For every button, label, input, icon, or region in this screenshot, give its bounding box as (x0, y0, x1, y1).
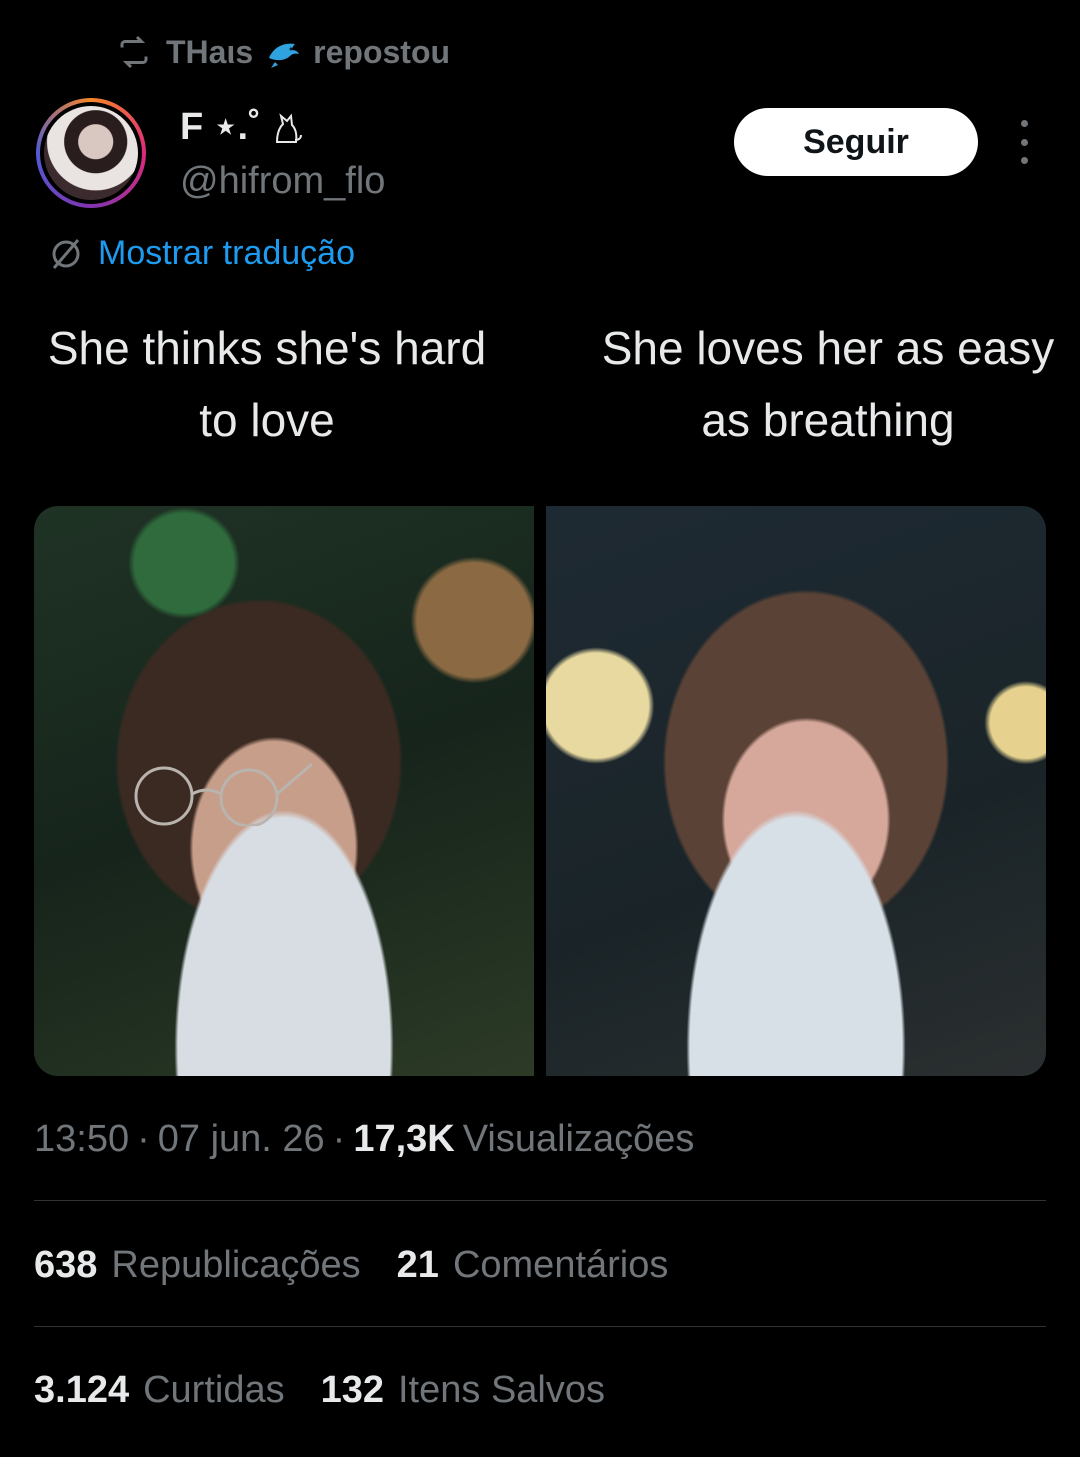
repost-label: repostou (313, 33, 451, 70)
author-name-row[interactable]: F ⋆.˚ (180, 104, 305, 149)
more-options-icon[interactable] (1006, 120, 1042, 164)
show-translation-link[interactable]: Mostrar tradução (48, 234, 355, 273)
bookmarks-stat[interactable]: 132 Itens Salvos (321, 1369, 605, 1412)
likes-label: Curtidas (143, 1369, 285, 1411)
repost-icon (120, 35, 148, 69)
post-meta: 13:50 · 07 jun. 26 · 17,3K Visualizações (34, 1118, 695, 1160)
caption-right: She loves her as easy as breathing (601, 322, 1055, 446)
author-avatar[interactable] (36, 98, 146, 208)
likes-count: 3.124 (34, 1369, 130, 1411)
stats-row-1: 638 Republicações 21 Comentários (34, 1244, 668, 1287)
show-translation-label: Mostrar tradução (98, 234, 355, 272)
comments-count: 21 (396, 1244, 439, 1286)
author-handle[interactable]: @hifrom_flo (180, 160, 385, 203)
follow-button[interactable]: Seguir (734, 108, 978, 176)
bookmarks-label: Itens Salvos (398, 1369, 605, 1411)
translate-icon (52, 238, 80, 269)
divider (34, 1326, 1046, 1327)
post-media[interactable] (34, 506, 1046, 1076)
photo-right[interactable] (546, 506, 1046, 1076)
likes-stat[interactable]: 3.124 Curtidas (34, 1369, 285, 1412)
reposter-name[interactable]: THaιs (166, 34, 253, 71)
dolphin-emoji-icon (269, 43, 300, 68)
comments-stat[interactable]: 21 Comentários (397, 1244, 669, 1287)
reposts-label: Republicações (111, 1244, 361, 1286)
post-time: 13:50 (34, 1118, 130, 1160)
stats-row-2: 3.124 Curtidas 132 Itens Salvos (34, 1369, 605, 1412)
bookmarks-count: 132 (320, 1369, 384, 1411)
glasses-shape (134, 762, 313, 826)
caption-left: She thinks she's hard to love (47, 322, 487, 446)
repost-indicator[interactable]: THaιs repostou (116, 28, 450, 76)
cat-emoji-icon (275, 112, 302, 143)
divider (34, 1200, 1046, 1201)
views-count: 17,3K (353, 1118, 455, 1160)
reposts-count: 638 (34, 1244, 98, 1286)
photo-left[interactable] (34, 506, 534, 1076)
views-label: Visualizações (462, 1118, 695, 1160)
reposts-stat[interactable]: 638 Republicações (34, 1244, 361, 1287)
post-date: 07 jun. 26 (157, 1118, 325, 1160)
comments-label: Comentários (452, 1244, 669, 1286)
author-display-name[interactable]: F ⋆.˚ (180, 104, 261, 149)
